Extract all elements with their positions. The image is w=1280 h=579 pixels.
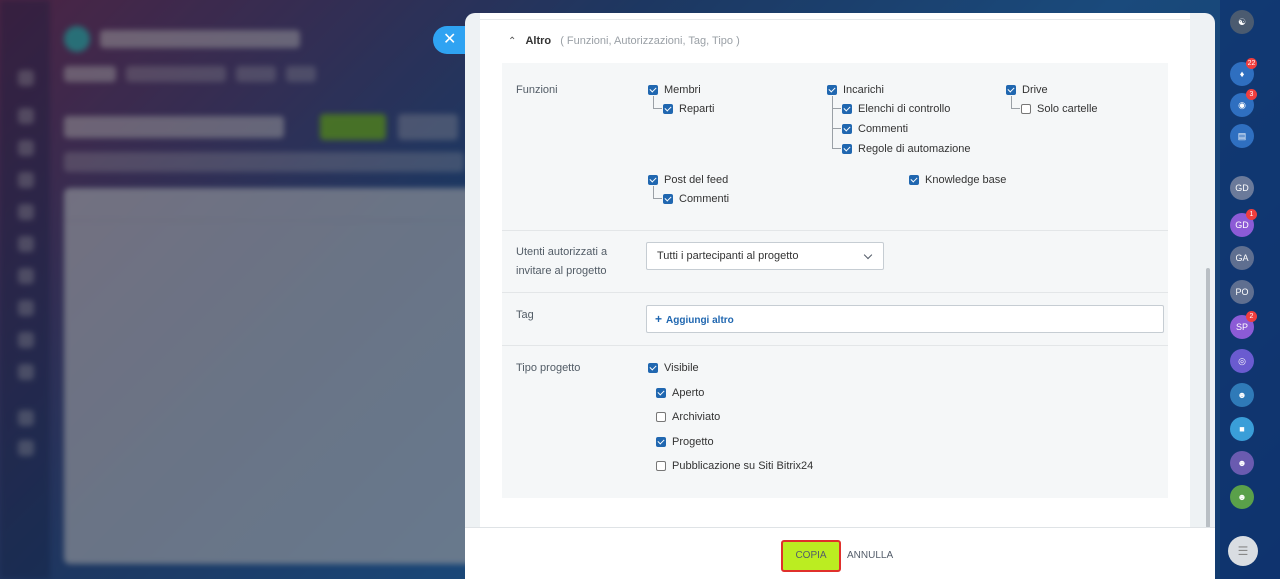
checkbox-label: Progetto — [672, 436, 714, 448]
project-type-label: Tipo progetto — [516, 362, 581, 374]
invite-label-line2: invitare al progetto — [516, 265, 607, 277]
checkbox-unchecked-icon — [1021, 104, 1031, 114]
avatar-gd-badge: 1 — [1246, 209, 1257, 220]
avatar-gd-1[interactable]: GD — [1230, 176, 1254, 200]
checkbox-label: Archiviato — [672, 411, 721, 423]
checkbox-checked-icon — [663, 194, 673, 204]
slider-footer: COPIA ANNULLA — [465, 527, 1215, 579]
group-icon[interactable]: ◎ — [1230, 349, 1254, 373]
team-green-icon[interactable]: ☻ — [1230, 485, 1254, 509]
checkbox-checked-icon — [648, 363, 658, 373]
functions-label: Funzioni — [516, 84, 558, 96]
checkbox-checked-icon — [648, 175, 658, 185]
tree-connector — [653, 96, 662, 109]
scrollbar[interactable] — [1206, 268, 1210, 528]
avatar-po[interactable]: PO — [1230, 280, 1254, 304]
invite-label: Utenti autorizzati a invitare al progett… — [516, 244, 607, 280]
checkbox-folders-only[interactable]: Solo cartelle — [1021, 103, 1098, 115]
checkbox-members[interactable]: Membri — [648, 84, 701, 96]
activity-badge: 3 — [1246, 89, 1257, 100]
copy-project-slider: ⌃ Altro ( Funzioni, Autorizzazioni, Tag,… — [465, 13, 1215, 579]
checkbox-project[interactable]: Progetto — [656, 436, 714, 448]
slider-content: ⌃ Altro ( Funzioni, Autorizzazioni, Tag,… — [480, 13, 1190, 527]
checkbox-unchecked-icon — [656, 412, 666, 422]
tree-connector — [653, 186, 662, 199]
checkbox-label: Membri — [664, 84, 701, 96]
checkbox-checked-icon — [827, 85, 837, 95]
chevron-down-icon — [863, 250, 873, 260]
checkbox-label: Solo cartelle — [1037, 103, 1098, 115]
cancel-button[interactable]: ANNULLA — [847, 542, 893, 570]
checkbox-checklists[interactable]: Elenchi di controllo — [842, 103, 950, 115]
checkbox-label: Visibile — [664, 362, 699, 374]
divider — [502, 292, 1168, 293]
checkbox-automation[interactable]: Regole di automazione — [842, 143, 971, 155]
add-tag-button[interactable]: + Aggiungi altro — [646, 305, 1164, 333]
checkbox-checked-icon — [1006, 85, 1016, 95]
checkbox-visible[interactable]: Visibile — [648, 362, 699, 374]
invite-permission-select[interactable]: Tutti i partecipanti al progetto — [646, 242, 884, 270]
altro-section-body: Funzioni Membri Reparti Incarichi Elench… — [502, 63, 1168, 498]
checkbox-checked-icon — [909, 175, 919, 185]
checkbox-label: Pubblicazione su Siti Bitrix24 — [672, 460, 814, 472]
avatar-sp-badge: 2 — [1246, 311, 1257, 322]
checkbox-feed-comments[interactable]: Commenti — [663, 193, 729, 205]
checkbox-label: Drive — [1022, 84, 1048, 96]
users-icon[interactable]: ☻ — [1230, 383, 1254, 407]
plus-icon: + — [655, 312, 663, 326]
chat-icon[interactable]: ▤ — [1230, 124, 1254, 148]
checkbox-checked-icon — [842, 104, 852, 114]
checkbox-departments[interactable]: Reparti — [663, 103, 714, 115]
tree-connector — [832, 128, 841, 149]
tags-label: Tag — [516, 309, 534, 321]
checkbox-checked-icon — [656, 437, 666, 447]
message-icon[interactable]: ■ — [1230, 417, 1254, 441]
checkbox-label: Post del feed — [664, 174, 729, 186]
checkbox-tasks[interactable]: Incarichi — [827, 84, 884, 96]
divider — [502, 345, 1168, 346]
select-value: Tutti i partecipanti al progetto — [657, 250, 799, 262]
checkbox-label: Knowledge base — [925, 174, 1007, 186]
invite-label-line1: Utenti autorizzati a — [516, 246, 608, 258]
avatar-ga[interactable]: GA — [1230, 246, 1254, 270]
checkbox-label: Reparti — [679, 103, 715, 115]
chevron-up-icon: ⌃ — [508, 36, 517, 47]
checkbox-checked-icon — [842, 144, 852, 154]
tree-connector — [1011, 96, 1020, 109]
checkbox-unchecked-icon — [656, 461, 666, 471]
checkbox-checked-icon — [656, 388, 666, 398]
checkbox-label: Incarichi — [843, 84, 884, 96]
tree-connector — [832, 108, 841, 129]
checkbox-drive[interactable]: Drive — [1006, 84, 1048, 96]
menu-icon[interactable]: ☰ — [1228, 536, 1258, 566]
section-title: Altro — [525, 35, 552, 47]
altro-section-header[interactable]: ⌃ Altro ( Funzioni, Autorizzazioni, Tag,… — [508, 35, 740, 47]
checkbox-checked-icon — [663, 104, 673, 114]
checkbox-checked-icon — [648, 85, 658, 95]
user-avatar[interactable]: ☯ — [1230, 10, 1254, 34]
checkbox-label: Elenchi di controllo — [858, 103, 951, 115]
checkbox-label: Commenti — [858, 123, 909, 135]
notifications-badge: 22 — [1246, 58, 1257, 69]
section-hint: ( Funzioni, Autorizzazioni, Tag, Tipo ) — [560, 35, 740, 47]
checkbox-open[interactable]: Aperto — [656, 387, 704, 399]
add-tag-label: Aggiungi altro — [666, 315, 734, 326]
checkbox-publish-sites[interactable]: Pubblicazione su Siti Bitrix24 — [656, 460, 813, 472]
divider — [480, 13, 1190, 20]
checkbox-knowledge-base[interactable]: Knowledge base — [909, 174, 1006, 186]
checkbox-label: Aperto — [672, 387, 705, 399]
copy-button[interactable]: COPIA — [781, 540, 841, 572]
checkbox-task-comments[interactable]: Commenti — [842, 123, 908, 135]
checkbox-archived[interactable]: Archiviato — [656, 411, 720, 423]
checkbox-checked-icon — [842, 124, 852, 134]
team-icon[interactable]: ☻ — [1230, 451, 1254, 475]
checkbox-label: Regole di automazione — [858, 143, 971, 155]
divider — [502, 230, 1168, 231]
checkbox-feed-posts[interactable]: Post del feed — [648, 174, 728, 186]
checkbox-label: Commenti — [679, 193, 730, 205]
